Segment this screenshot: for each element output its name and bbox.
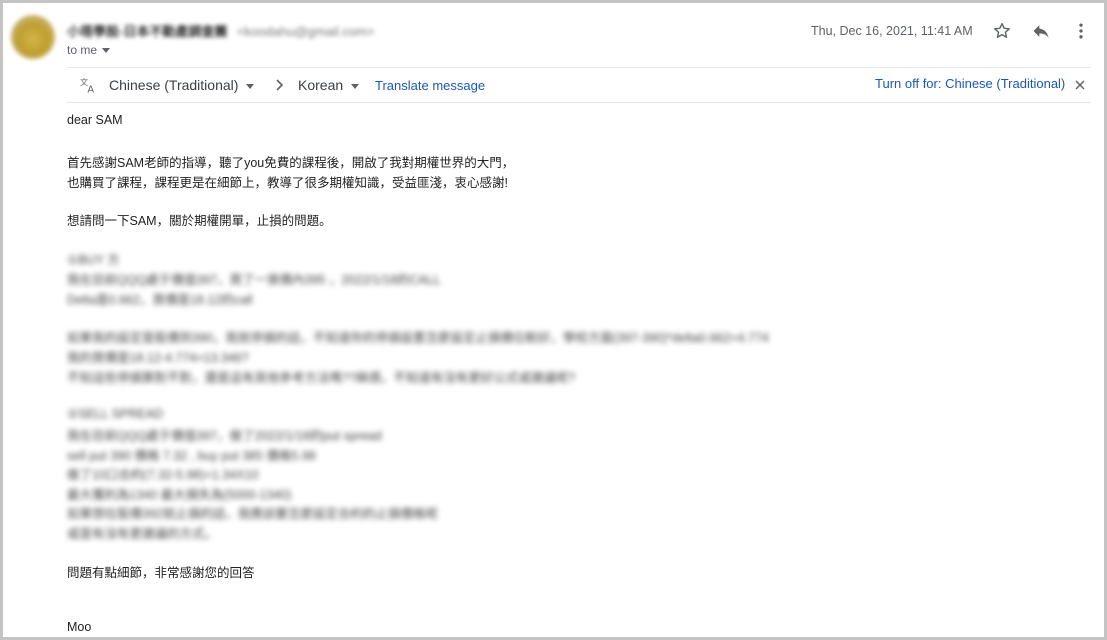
source-language-label: Chinese (Traditional) (109, 77, 239, 93)
body-line: 首先感謝SAM老師的指導，聽了you免費的課程後，開啟了我對期權世界的大門， (67, 156, 515, 170)
turn-off-translation-link[interactable]: Turn off for: Chinese (Traditional) (875, 76, 1065, 91)
sender-email: <koodahu@gmail.com> (236, 24, 375, 39)
body-line: 也購買了課程，課程更是在細節上，教導了很多期權知識，受益匪淺，衷心感謝! (67, 176, 508, 190)
close-icon[interactable] (1075, 80, 1085, 90)
star-button[interactable] (990, 19, 1014, 43)
chevron-down-icon (351, 83, 360, 89)
star-icon (994, 22, 1010, 38)
avatar[interactable] (11, 15, 55, 59)
blurred-line: ①BUY 方 (67, 253, 120, 267)
blurred-line: 如果我的設定是股價到390，我就停損的話，不知道你的停損設置怎麼設定止損價位較好… (67, 331, 769, 345)
message-date: Thu, Dec 16, 2021, 11:41 AM (811, 24, 973, 38)
recipient-details-toggle[interactable]: to me (67, 43, 111, 57)
reply-icon (1033, 25, 1049, 38)
blurred-line: ②SELL SPREAD (67, 407, 164, 421)
chevron-down-icon (246, 83, 255, 89)
closing-line: 問題有點細節，非常感謝您的回答 (67, 566, 255, 580)
email-frame: 小塔學股-日本不動產調查團 <koodahu@gmail.com> to me … (0, 0, 1107, 640)
blurred-line: sell put 390 價格 7.32 , buy put 385 價格5.9… (67, 449, 316, 463)
target-language-label: Korean (298, 77, 344, 93)
translate-message-link[interactable]: Translate message (375, 78, 485, 93)
blurred-line: 我在目前QQQ處于價值397，買了一張價內395 ，2022/1/18的CALL (67, 273, 441, 287)
sender-line: 小塔學股-日本不動產調查團 <koodahu@gmail.com> (67, 21, 374, 40)
blurred-line: 做了10口合約(7.32-5.98)=1.34X10 (67, 468, 259, 482)
translate-icon: 文 A (80, 77, 94, 94)
blurred-line: 或是有沒有更建議的方式。 (67, 527, 218, 541)
svg-text:A: A (87, 84, 94, 94)
blurred-line: 最大獲利為1340 最大損失為(5000-1340) (67, 488, 292, 502)
reply-button[interactable] (1029, 19, 1053, 43)
blurred-line: Delta是0.662，買價是18.12的call (67, 293, 253, 307)
body-line: 想請問一下SAM，關於期權開單，止損的問題。 (67, 214, 332, 228)
more-options-button[interactable] (1069, 19, 1093, 43)
source-language-select[interactable]: Chinese (Traditional) (109, 77, 255, 93)
to-me-label: to me (67, 43, 98, 57)
target-language-select[interactable]: Korean (298, 77, 360, 93)
more-vert-icon (1079, 23, 1083, 39)
chevron-right-icon (276, 79, 284, 91)
blurred-line: 我在目前QQQ處于價值397，做了2022/1/18的put spread (67, 429, 382, 443)
sender-name[interactable]: 小塔學股-日本不動產調查團 (67, 24, 227, 39)
blurred-line: 不知這些停損算對不對，還是這有其他參考方法嗎??麻煩，不知道有沒有更好公式或建議… (67, 371, 576, 385)
blurred-line: 如果想在股價392就止損的話，我應該要怎麼設定合約的止損價格呢 (67, 507, 438, 521)
translate-bar: 文 A Chinese (Traditional) Korean Transla… (67, 67, 1091, 103)
greeting: dear SAM (67, 113, 123, 127)
blurred-line: 我的買價是18.12-4.774=13.346? (67, 351, 249, 365)
signature: Moo (67, 620, 92, 634)
chevron-down-icon (102, 48, 111, 54)
